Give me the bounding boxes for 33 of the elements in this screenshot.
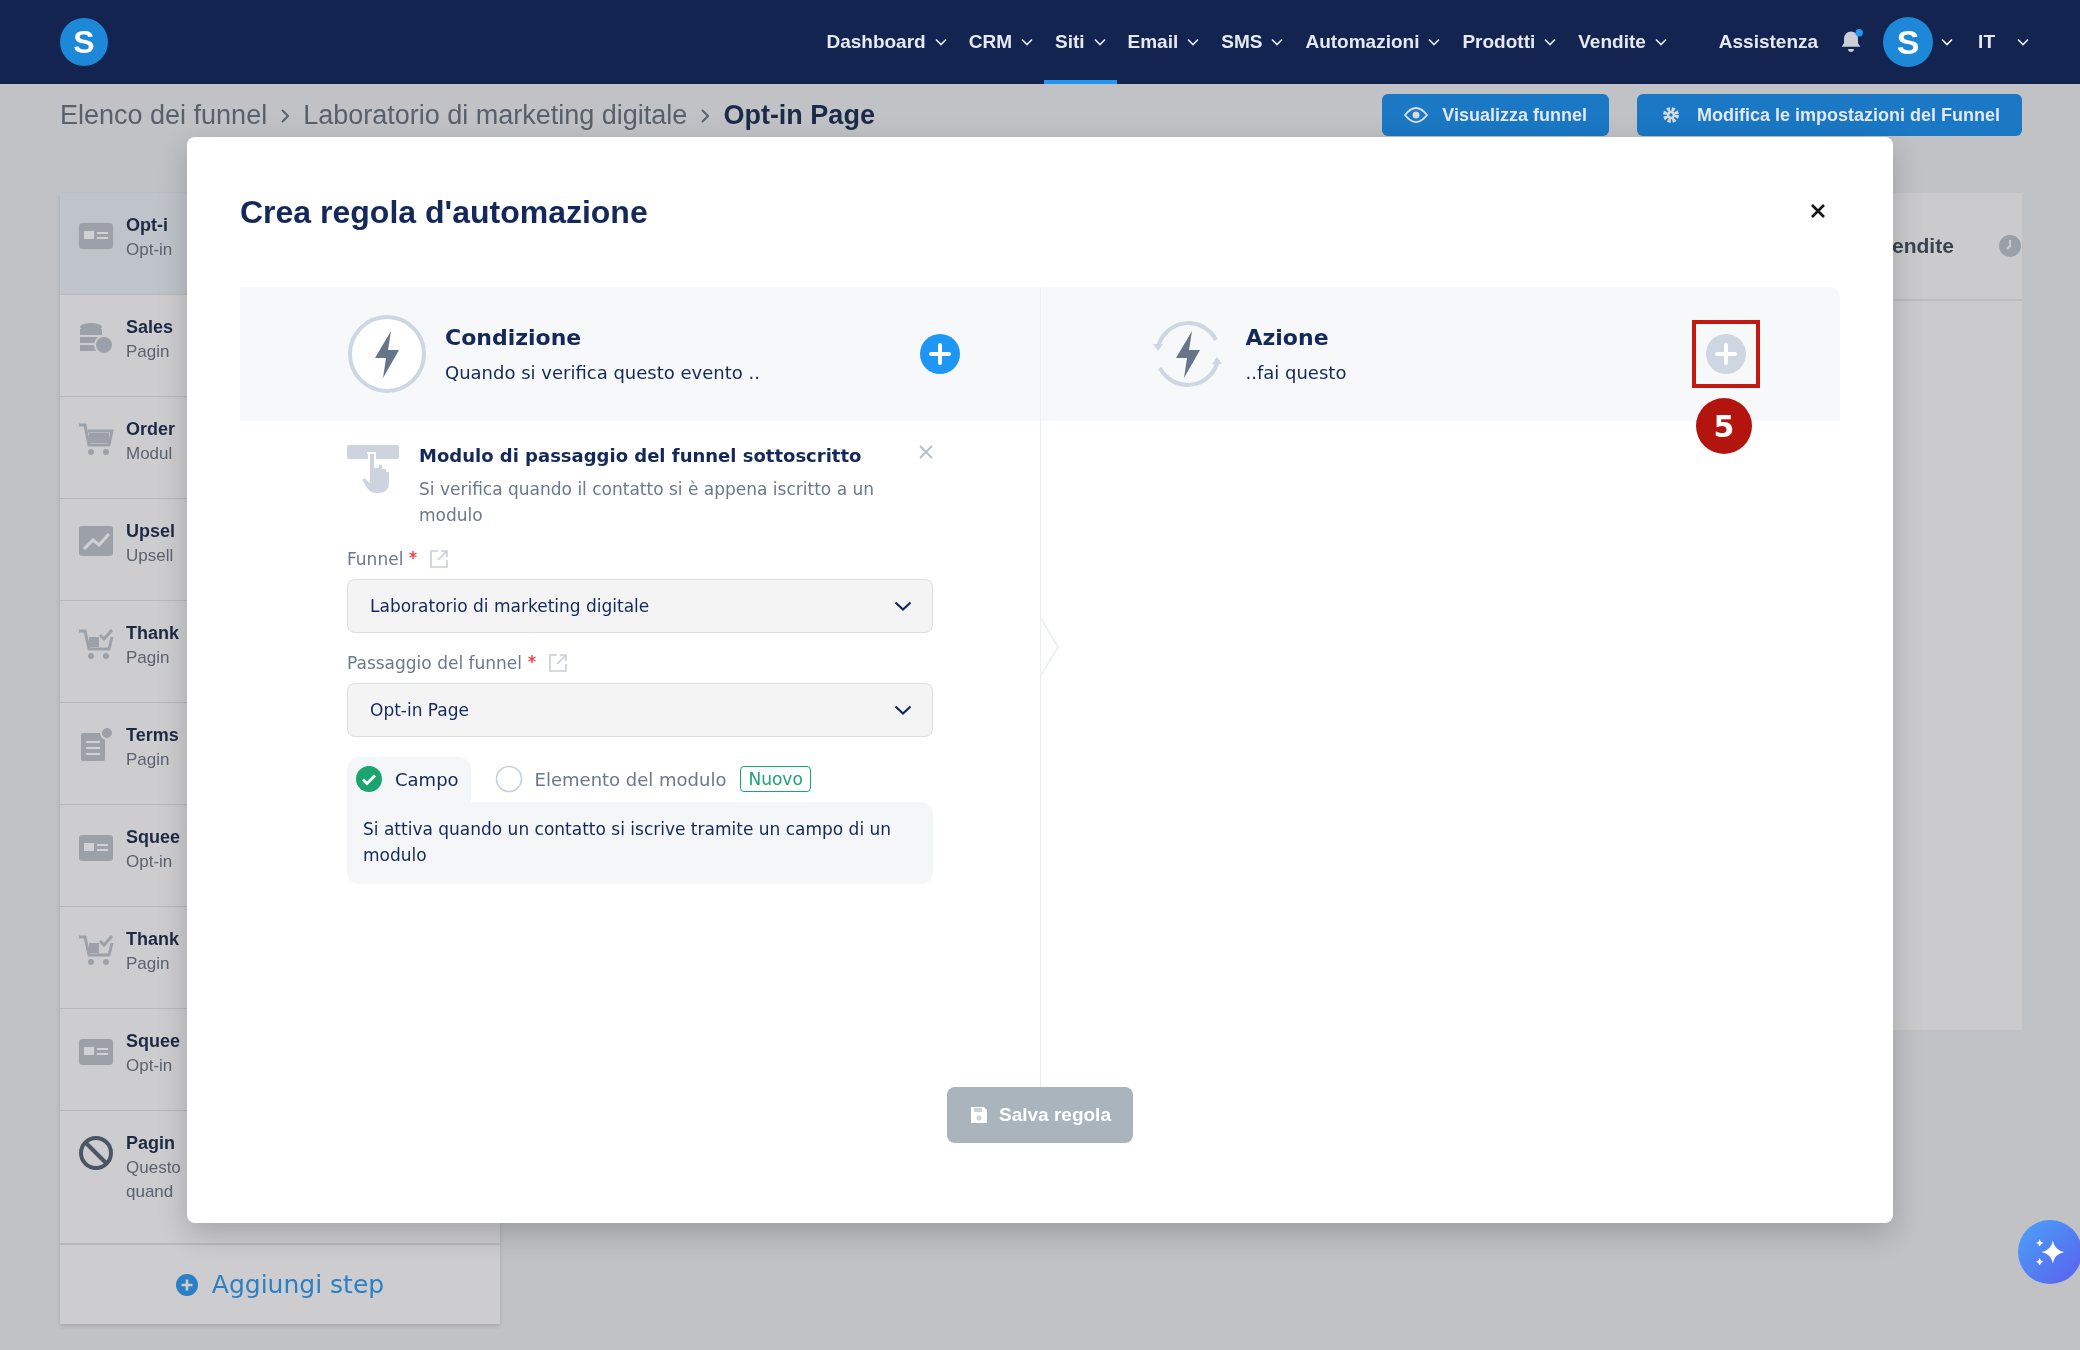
trigger-description: Si verifica quando il contatto si è appena iscritto a un modulo xyxy=(419,478,875,528)
action-subtitle: ..fai questo xyxy=(1245,362,1348,383)
field-label: Funnel xyxy=(347,548,404,569)
step-type: Pagin xyxy=(126,954,171,974)
step-title: Upsel xyxy=(126,521,176,542)
step-title: Order xyxy=(126,419,176,440)
step-type: Modul xyxy=(126,444,174,464)
dialog-title: Crea regola d'automazione xyxy=(240,193,648,231)
step-type: Opt-in xyxy=(126,1056,174,1076)
step-type: Opt-in xyxy=(126,852,174,872)
step-number-badge: 5 xyxy=(1696,398,1752,454)
step-type: Pagin xyxy=(126,342,171,362)
step-type: Pagin xyxy=(126,648,171,668)
step-title: Sales xyxy=(126,317,174,338)
step-type: Pagin xyxy=(126,750,171,770)
new-badge: Nuovo xyxy=(740,766,811,793)
step-title: Thank xyxy=(126,623,179,644)
condition-subtitle: Quando si verifica questo evento .. xyxy=(445,362,761,383)
step-type: Opt-in xyxy=(126,240,173,260)
step-title: Squee xyxy=(126,1031,181,1052)
step-title: Thank xyxy=(126,929,179,950)
condition-title: Condizione xyxy=(445,325,583,350)
step-title: Pagin xyxy=(126,1133,176,1154)
step-title: Opt-i xyxy=(126,215,169,236)
trigger-title: Modulo di passaggio del funnel sottoscritto xyxy=(419,445,863,466)
step-type: Questo xyxy=(126,1158,181,1178)
step-type: Upsell xyxy=(126,546,175,566)
step-title: Squee xyxy=(126,827,181,848)
option-description: Si attiva quando un contatto si iscrive tramite un campo di un modulo xyxy=(347,801,933,885)
action-title: Azione xyxy=(1245,325,1330,350)
step-type: quand xyxy=(126,1182,175,1202)
field-label: Passaggio del funnel xyxy=(347,652,522,673)
step-title: Terms xyxy=(126,725,179,746)
